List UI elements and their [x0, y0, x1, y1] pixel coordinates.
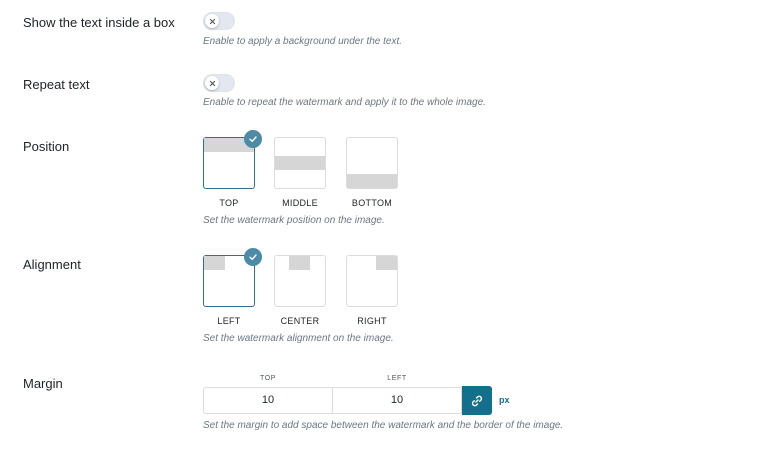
close-icon — [209, 18, 215, 24]
alignment-option-label: LEFT — [217, 316, 241, 326]
box-toggle[interactable] — [203, 12, 235, 30]
margin-unit: px — [499, 395, 510, 405]
selected-badge — [244, 248, 262, 266]
position-option-label: TOP — [219, 198, 239, 208]
position-preview-bar — [347, 174, 397, 188]
selected-badge — [244, 130, 262, 148]
position-option-label: BOTTOM — [351, 198, 393, 208]
alignment-preview-bar — [289, 256, 310, 270]
alignment-option-center[interactable] — [274, 255, 326, 307]
position-option-bottom[interactable] — [346, 137, 398, 189]
link-icon — [471, 395, 483, 406]
alignment-option-label: CENTER — [280, 316, 320, 326]
link-margins-button[interactable] — [462, 386, 492, 415]
position-setting-label: Position — [23, 139, 70, 154]
toggle-knob — [205, 14, 219, 28]
position-option-label: MIDDLE — [282, 198, 318, 208]
position-setting-description: Set the watermark position on the image. — [203, 215, 385, 226]
box-setting-label: Show the text inside a box — [23, 15, 175, 30]
position-option-middle[interactable] — [274, 137, 326, 189]
alignment-setting-label: Alignment — [23, 257, 81, 272]
box-setting-description: Enable to apply a background under the t… — [203, 36, 403, 47]
alignment-preview-bar — [376, 256, 397, 270]
alignment-option-right[interactable] — [346, 255, 398, 307]
alignment-option-left[interactable] — [203, 248, 262, 307]
margin-left-header: LEFT — [387, 375, 407, 382]
position-preview-bar — [275, 156, 325, 170]
checkmark-icon — [249, 254, 257, 260]
margin-setting-label: Margin — [23, 376, 63, 391]
checkmark-icon — [249, 136, 257, 142]
close-icon — [209, 80, 215, 86]
repeat-toggle[interactable] — [203, 74, 235, 92]
alignment-preview-bar — [204, 256, 225, 270]
toggle-knob — [205, 76, 219, 90]
repeat-setting-label: Repeat text — [23, 77, 90, 92]
position-option-top[interactable] — [203, 130, 262, 189]
alignment-option-label: RIGHT — [357, 316, 387, 326]
alignment-setting-description: Set the watermark alignment on the image… — [203, 333, 394, 344]
margin-setting-description: Set the margin to add space between the … — [203, 420, 564, 431]
margin-left-input[interactable]: 10 — [332, 387, 462, 414]
margin-top-input[interactable]: 10 — [203, 387, 333, 414]
repeat-setting-description: Enable to repeat the watermark and apply… — [203, 97, 486, 108]
margin-top-header: TOP — [259, 375, 277, 382]
